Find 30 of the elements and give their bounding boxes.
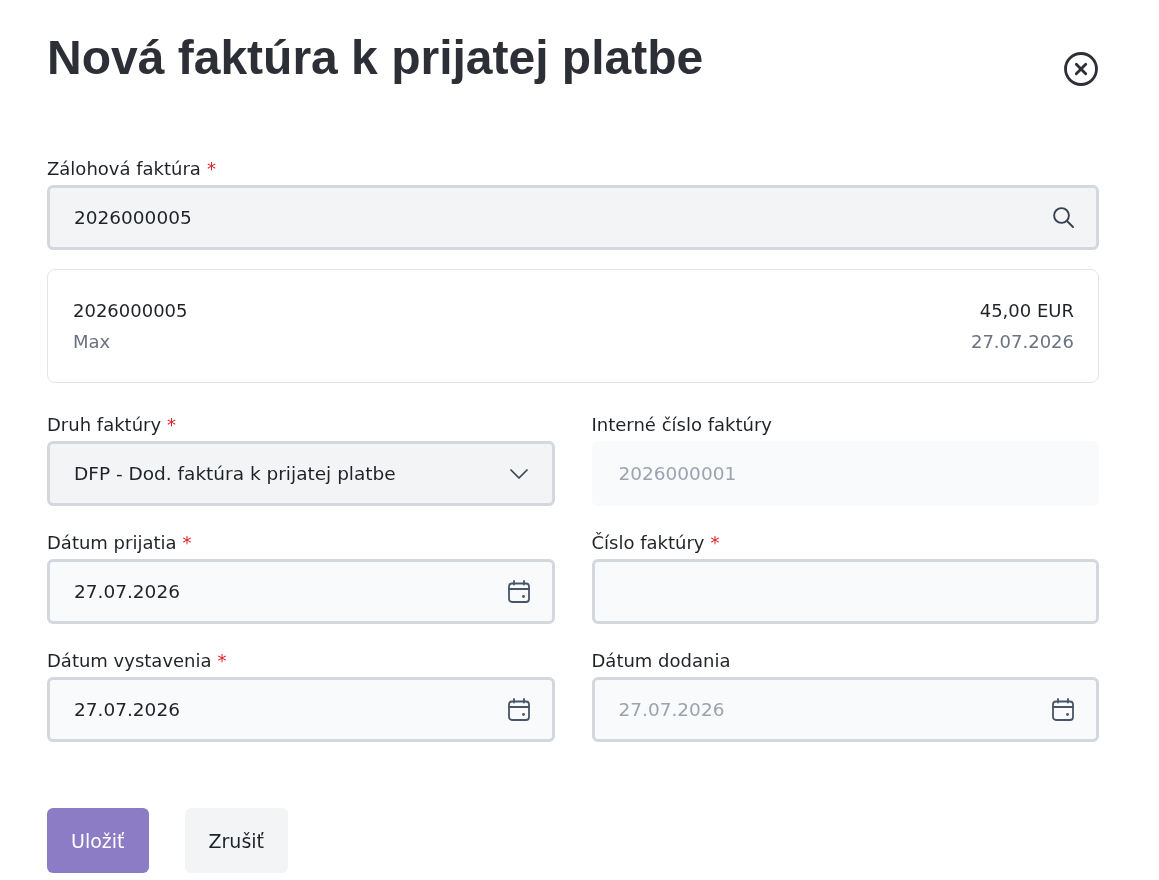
required-mark: * bbox=[710, 531, 720, 555]
calendar-icon bbox=[507, 580, 530, 603]
date-field[interactable]: 27.07.2026 bbox=[47, 559, 555, 624]
invoice-date: 27.07.2026 bbox=[970, 330, 1074, 354]
field-label: Dátum vystavenia bbox=[47, 649, 212, 673]
calendar-icon bbox=[507, 698, 530, 721]
dialog-title: Nová faktúra k prijatej platbe bbox=[47, 30, 704, 85]
field-label: Dátum prijatia bbox=[47, 531, 177, 555]
invoice-number: 2026000005 bbox=[73, 299, 188, 323]
save-button[interactable]: Uložiť bbox=[47, 808, 149, 873]
search-field[interactable]: 2026000005 bbox=[47, 185, 1099, 250]
dropdown[interactable]: DFP - Dod. faktúra k prijatej platbe bbox=[47, 441, 555, 506]
field-label: Druh faktúry bbox=[47, 413, 162, 437]
cancel-button[interactable]: Zrušiť bbox=[184, 808, 288, 873]
required-mark: * bbox=[217, 649, 227, 673]
close-icon[interactable] bbox=[1064, 52, 1098, 86]
field-label: Dátum dodania bbox=[591, 649, 731, 673]
calendar-icon bbox=[1052, 698, 1074, 721]
field-label: Číslo faktúry bbox=[591, 531, 705, 555]
field-label: Zálohová faktúra bbox=[47, 157, 201, 181]
chevron-down-icon bbox=[509, 468, 528, 479]
required-mark: * bbox=[206, 157, 216, 181]
date-field[interactable]: 27.07.2026 bbox=[47, 677, 555, 742]
input-field[interactable] bbox=[591, 559, 1099, 624]
invoice-amount: 45,00 EUR bbox=[979, 299, 1074, 323]
search-icon bbox=[1053, 207, 1074, 228]
required-mark: * bbox=[167, 413, 177, 437]
field-label: Interné číslo faktúry bbox=[591, 413, 772, 437]
required-mark: * bbox=[182, 531, 192, 555]
customer-name: Max bbox=[73, 330, 111, 354]
